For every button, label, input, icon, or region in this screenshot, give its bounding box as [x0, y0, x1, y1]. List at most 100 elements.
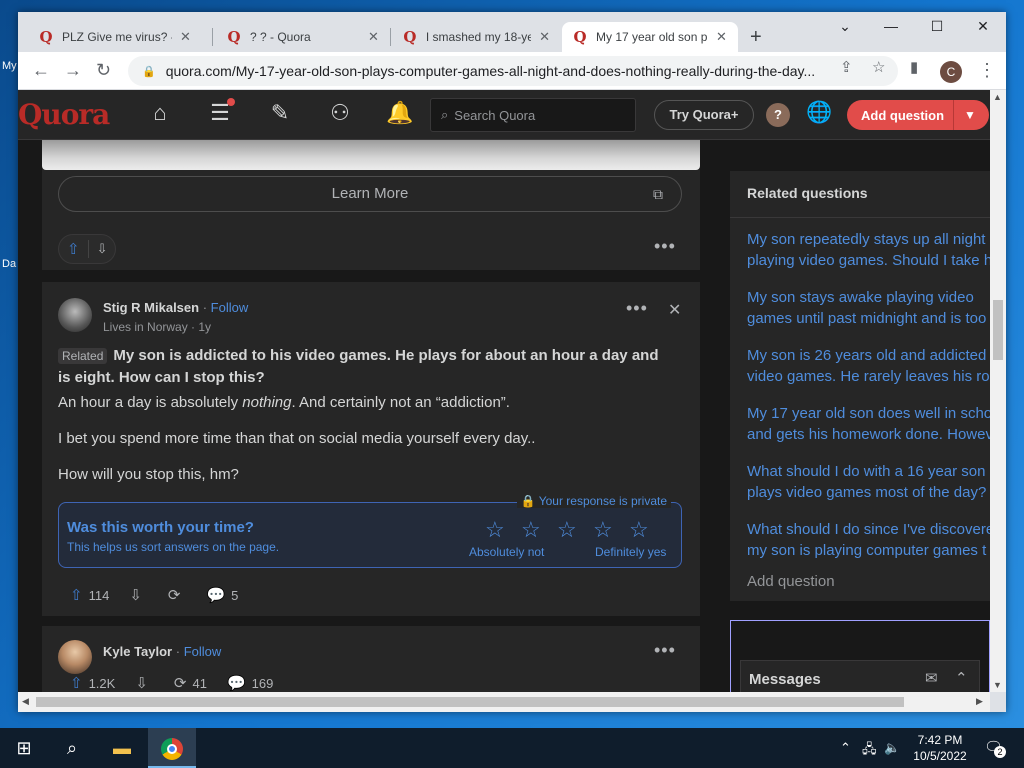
chrome-icon[interactable] [148, 728, 196, 768]
share-count[interactable]: 41 [192, 676, 206, 691]
rating-star-1-icon[interactable]: ☆ [485, 517, 505, 543]
text-line: My 17 year old son does well in scho [747, 405, 990, 422]
upvote-count[interactable]: 114 [89, 588, 110, 603]
file-explorer-icon[interactable]: ▬ [98, 728, 146, 768]
question-title[interactable]: Related My son is addicted to his video g… [58, 345, 668, 389]
comment-icon[interactable]: 💬 [227, 674, 246, 692]
author-name[interactable]: Stig R Mikalsen [103, 300, 199, 315]
scroll-up-arrow-icon[interactable]: ▲ [993, 92, 1002, 102]
scroll-right-arrow-icon[interactable]: ▶ [976, 696, 983, 707]
comment-count[interactable]: 169 [252, 676, 274, 691]
follow-link[interactable]: Follow [211, 300, 249, 315]
messages-dock[interactable]: Messages ✉ ⌃ [740, 660, 980, 692]
tab-4-active[interactable]: Q My 17 year old son p ✕ [562, 22, 738, 52]
reload-button[interactable]: ↻ [96, 60, 111, 81]
horizontal-scrollbar[interactable]: ◀ ▶ [18, 692, 990, 712]
rating-star-5-icon[interactable]: ☆ [629, 517, 649, 543]
upvote-icon[interactable]: ⇧ [70, 674, 83, 692]
rating-star-3-icon[interactable]: ☆ [557, 517, 577, 543]
rating-star-2-icon[interactable]: ☆ [521, 517, 541, 543]
close-icon[interactable]: ✕ [180, 29, 191, 45]
vertical-scrollbar[interactable]: ▲ ▼ [990, 90, 1006, 692]
tab-2[interactable]: Q ? ? - Quora ✕ [216, 22, 396, 52]
action-center-icon[interactable]: 🗨 2 [984, 738, 1006, 758]
upvote-icon[interactable]: ⇧ [70, 586, 83, 604]
share-icon[interactable]: ⟳ [168, 586, 181, 604]
maximize-button[interactable]: ☐ [914, 18, 960, 35]
add-related-question-link[interactable]: Add question [747, 573, 835, 590]
scroll-left-arrow-icon[interactable]: ◀ [22, 696, 29, 707]
comment-count[interactable]: 5 [231, 588, 238, 603]
scroll-down-arrow-icon[interactable]: ▼ [993, 680, 1002, 690]
windows-start-icon[interactable]: ⊞ [0, 728, 48, 768]
help-icon[interactable]: ? [766, 103, 790, 127]
downvote-icon[interactable]: ⇩ [97, 241, 108, 257]
system-clock[interactable]: 7:42 PM 10/5/2022 [908, 732, 972, 764]
browser-menu-icon[interactable]: ⋮ [978, 60, 996, 81]
chrome-logo-center [167, 744, 177, 755]
more-options-icon[interactable]: ••• [654, 640, 676, 661]
author-name[interactable]: Kyle Taylor [103, 644, 172, 659]
back-button[interactable]: ← [32, 60, 50, 81]
tab-search-chevron-icon[interactable]: ⌄ [822, 18, 868, 35]
add-question-button[interactable]: Add question ▼ [847, 100, 989, 130]
compose-message-icon[interactable]: ✉ [925, 669, 938, 687]
home-icon[interactable]: ⌂ [145, 100, 175, 130]
answer-pencil-icon[interactable]: ✎ [265, 100, 295, 130]
related-question-link[interactable]: My 17 year old son does well in scho and … [747, 403, 990, 445]
new-tab-button[interactable]: + [750, 26, 762, 49]
upvote-icon[interactable]: ⇧ [67, 240, 80, 258]
tab-3[interactable]: Q I smashed my 18-year ✕ [392, 22, 560, 52]
lock-icon[interactable]: 🔒 [142, 65, 156, 78]
chevron-up-icon[interactable]: ⌃ [955, 669, 968, 687]
minimize-button[interactable]: — [868, 18, 914, 34]
desktop-icon-label[interactable]: My [2, 60, 17, 72]
author-avatar[interactable] [58, 298, 92, 332]
downvote-icon[interactable]: ⇩ [129, 586, 142, 604]
ad-image[interactable] [42, 140, 700, 170]
side-panel-icon[interactable]: ▮ [910, 58, 918, 76]
share-icon[interactable]: ⟳ [174, 674, 187, 692]
search-input[interactable]: ⌕ Search Quora [430, 98, 636, 132]
spaces-icon[interactable]: ⚇ [325, 100, 355, 130]
more-options-icon[interactable]: ••• [626, 298, 648, 319]
tab-1[interactable]: Q PLZ Give me virus? - Quora ✕ [28, 22, 208, 52]
close-icon[interactable]: ✕ [539, 29, 550, 45]
address-bar[interactable]: 🔒 quora.com/My-17-year-old-son-plays-com… [128, 56, 898, 86]
notifications-bell-icon[interactable]: 🔔 [385, 100, 415, 130]
related-question-link[interactable]: What should I do since I've discovere my … [747, 519, 990, 561]
volume-icon[interactable]: 🔈 [884, 740, 900, 756]
show-hidden-icons-icon[interactable]: ⌃ [840, 740, 851, 756]
profile-avatar[interactable]: C [940, 61, 962, 83]
downvote-icon[interactable]: ⇩ [135, 674, 148, 692]
close-icon[interactable]: ✕ [716, 29, 727, 45]
upvote-count[interactable]: 1.2K [89, 676, 116, 691]
try-quora-plus-button[interactable]: Try Quora+ [654, 100, 754, 130]
language-globe-icon[interactable]: 🌐 [806, 101, 832, 125]
author-avatar[interactable] [58, 640, 92, 674]
close-icon[interactable]: ✕ [668, 300, 681, 320]
related-question-link[interactable]: My son is 26 years old and addicted video… [747, 345, 990, 387]
share-icon[interactable]: ⇪ [840, 58, 853, 76]
search-icon[interactable]: ⌕ [48, 728, 96, 768]
desktop-icon-label[interactable]: Da [2, 258, 16, 270]
close-icon[interactable]: ✕ [368, 29, 379, 45]
more-options-icon[interactable]: ••• [654, 236, 676, 257]
bookmark-star-icon[interactable]: ☆ [872, 58, 885, 76]
quora-logo[interactable]: Quora [18, 98, 110, 131]
forward-button[interactable]: → [64, 60, 82, 81]
follow-link[interactable]: Follow [184, 644, 222, 659]
following-feed-icon[interactable]: ☰ [205, 98, 235, 130]
scroll-thumb[interactable] [993, 300, 1003, 360]
related-question-link[interactable]: What should I do with a 16 year son plays… [747, 461, 990, 503]
scroll-thumb[interactable] [36, 697, 904, 707]
learn-more-button[interactable]: Learn More ⧉ [58, 176, 682, 212]
related-question-link[interactable]: My son repeatedly stays up all night play… [747, 229, 990, 271]
chevron-down-icon[interactable]: ▼ [954, 108, 976, 122]
related-question-link[interactable]: My son stays awake playing video games un… [747, 287, 990, 329]
window-close-button[interactable]: ✕ [960, 18, 1006, 35]
comment-icon[interactable]: 💬 [206, 586, 225, 604]
network-icon[interactable]: 🖧 [862, 740, 877, 762]
related-tag: Related [58, 348, 108, 364]
rating-star-4-icon[interactable]: ☆ [593, 517, 613, 543]
